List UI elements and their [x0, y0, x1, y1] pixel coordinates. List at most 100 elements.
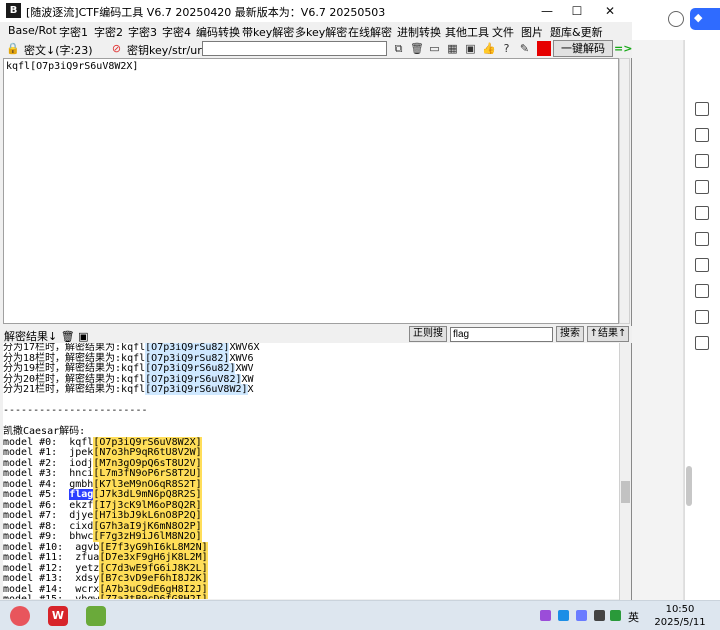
- output-line-bracket: [Z7a3tB9cD6fG8H2I]: [99, 594, 208, 599]
- taskbar: W 英 10:50 2025/5/11: [0, 600, 720, 630]
- input-scrollbar[interactable]: [619, 58, 630, 324]
- menu-zimi2[interactable]: 字密2: [94, 24, 123, 40]
- screen: ◆ B [随波逐流]CTF编码工具 V6.7 20250420 最新版本为：V6…: [0, 0, 720, 630]
- output-line-prefix: model #2: iodj: [3, 457, 94, 469]
- output-line-prefix: 分为18栏时，解密结果为:kqfl: [3, 352, 146, 364]
- output-line-bracket: [K7l3eM9nO6qR8S2T]: [93, 478, 202, 490]
- menu-zimi3[interactable]: 字密3: [128, 24, 157, 40]
- output-line-prefix: 凯撒Caesar解码:: [3, 426, 86, 437]
- clock-time[interactable]: 10:50: [656, 604, 704, 615]
- bg-tool-icon[interactable]: [695, 310, 709, 324]
- stop-icon[interactable]: [537, 41, 551, 56]
- menu-key-decrypt[interactable]: 带key解密: [242, 24, 294, 40]
- one-click-decode-button[interactable]: 一键解码: [553, 40, 613, 57]
- save-icon[interactable]: ▣: [464, 42, 477, 55]
- menu-questions-update[interactable]: 题库&更新: [550, 24, 603, 40]
- background-search-icon[interactable]: [668, 11, 684, 27]
- tray-app-icon[interactable]: [540, 610, 551, 621]
- menu-zimi4[interactable]: 字密4: [162, 24, 191, 40]
- bg-tool-icon[interactable]: [695, 232, 709, 246]
- tray-app-icon[interactable]: [610, 610, 621, 621]
- output-line-prefix: model #13: xdsy: [3, 573, 100, 584]
- table-icon[interactable]: ▦: [446, 42, 459, 55]
- output-line-prefix: model #10: agvb: [3, 541, 100, 553]
- output-line-bracket: [B7c3vD9eF6hI8J2K]: [99, 573, 208, 584]
- regex-search-button[interactable]: 正则搜: [409, 326, 447, 342]
- output-line-bracket: [H7i3bJ9kL6nO8P2Q]: [93, 510, 202, 521]
- output-line-suffix: X: [247, 384, 254, 395]
- tray-app-icon[interactable]: [558, 610, 569, 621]
- close-button[interactable]: ✕: [600, 2, 620, 20]
- thumbs-up-icon[interactable]: 👍: [482, 42, 496, 55]
- background-scrollbar[interactable]: [686, 466, 692, 506]
- output-line-bracket: [O7p3iQ9rS6uV82]: [145, 373, 242, 385]
- menu-multikey-decrypt[interactable]: 多key解密: [295, 24, 347, 40]
- output-line-prefix: model #7: djye: [3, 510, 94, 521]
- tray-app-icon[interactable]: [594, 610, 605, 621]
- result-output[interactable]: 分为17栏时，解密结果为:kqfl[O7p3iQ9rSu82]XWV6 X 分为18…: [3, 343, 619, 599]
- output-scrollbar[interactable]: [619, 343, 630, 600]
- bg-tool-icon[interactable]: [695, 128, 709, 142]
- taskbar-app-icon[interactable]: [86, 606, 106, 626]
- flag-match-highlight: flag: [69, 489, 94, 500]
- output-line-bracket: [J7k3dL9mN6pQ8R2S]: [93, 489, 202, 500]
- menu-online-decrypt[interactable]: 在线解密: [348, 24, 392, 40]
- menu-zimi1[interactable]: 字密1: [59, 24, 88, 40]
- output-line-suffix: XWV6: [229, 352, 254, 364]
- window-icon[interactable]: ▭: [428, 42, 441, 55]
- result-label: 解密结果↓ 🗑 ▣: [4, 328, 89, 344]
- menu-base-convert[interactable]: 进制转换: [397, 24, 441, 40]
- bg-tool-icon[interactable]: [695, 206, 709, 220]
- output-line-suffix: XWV: [235, 363, 254, 374]
- background-blue-button[interactable]: ◆: [690, 8, 720, 30]
- edit-icon[interactable]: ✎: [518, 42, 531, 55]
- output-line-prefix: 分为17栏时，解密结果为:kqfl: [3, 343, 146, 353]
- key-input[interactable]: [202, 41, 387, 56]
- menu-image[interactable]: 图片: [521, 24, 543, 40]
- output-line: model #5: flag[J7k3dL9mN6pQ8R2S]: [3, 489, 619, 501]
- cipher-text-label: 密文↓(字:23): [24, 44, 93, 57]
- bg-tool-icon[interactable]: [695, 336, 709, 350]
- search-button[interactable]: 搜索: [556, 326, 584, 342]
- bg-tool-icon[interactable]: [695, 284, 709, 298]
- output-line-prefix: model #14: wcrx: [3, 583, 100, 595]
- minimize-button[interactable]: —: [537, 2, 557, 20]
- taskbar-app-icon[interactable]: [10, 606, 30, 626]
- input-language[interactable]: 英: [628, 609, 639, 625]
- output-line-bracket: [N7o3hP9qR6tU8V2W]: [93, 447, 202, 458]
- output-line-prefix: ------------------------: [3, 405, 148, 416]
- search-input[interactable]: [450, 327, 553, 342]
- output-line-bracket: [O7p3iQ9rS6uV8W2X]: [93, 436, 202, 448]
- bg-tool-icon[interactable]: [695, 154, 709, 168]
- output-line-prefix: model #4: gmbh: [3, 478, 94, 490]
- trash-icon[interactable]: 🗑 ▣: [61, 330, 89, 343]
- output-line: model #7: djye[H7i3bJ9kL6nO8P2Q]: [3, 510, 619, 522]
- output-line: model #1: jpek[N7o3hP9qR6tU8V2W]: [3, 447, 619, 459]
- maximize-button[interactable]: ☐: [567, 2, 587, 20]
- menu-encoding[interactable]: 编码转换: [196, 24, 240, 40]
- wps-app-icon[interactable]: W: [48, 606, 68, 626]
- output-line: model #15: vbqw[Z7a3tB9cD6fG8H2I]: [3, 594, 619, 599]
- result-up-button[interactable]: ↑结果↑: [587, 326, 629, 342]
- output-scrollbar-thumb[interactable]: [621, 481, 630, 503]
- output-line-prefix: model #11: zfua: [3, 552, 100, 563]
- bg-tool-icon[interactable]: [695, 180, 709, 194]
- output-line-prefix: model #5:: [3, 489, 70, 500]
- menu-base-rot[interactable]: Base/Rot: [8, 24, 57, 37]
- bg-tool-icon[interactable]: [695, 102, 709, 116]
- menu-other-tools[interactable]: 其他工具: [445, 24, 489, 40]
- cipher-input[interactable]: kqfl[O7p3iQ9rS6uV8W2X]: [3, 58, 619, 324]
- title-bar[interactable]: B [随波逐流]CTF编码工具 V6.7 20250420 最新版本为：V6.7…: [0, 0, 632, 22]
- clock-date[interactable]: 2025/5/11: [648, 617, 712, 628]
- output-line-prefix: model #9: bhwc: [3, 531, 94, 542]
- background-left-panel: [632, 40, 684, 600]
- help-icon[interactable]: ?: [500, 42, 513, 55]
- output-line: 分为21栏时，解密结果为:kqfl[O7p3iQ9rS6uV8W2]X: [3, 384, 619, 396]
- output-line-bracket: [O7p3iQ9rSu82]: [145, 343, 230, 353]
- tray-app-icon[interactable]: [576, 610, 587, 621]
- menu-file[interactable]: 文件: [492, 24, 514, 40]
- copy-icon[interactable]: ⧉: [392, 42, 405, 55]
- bg-tool-icon[interactable]: [695, 258, 709, 272]
- trash-icon[interactable]: 🗑: [410, 42, 424, 55]
